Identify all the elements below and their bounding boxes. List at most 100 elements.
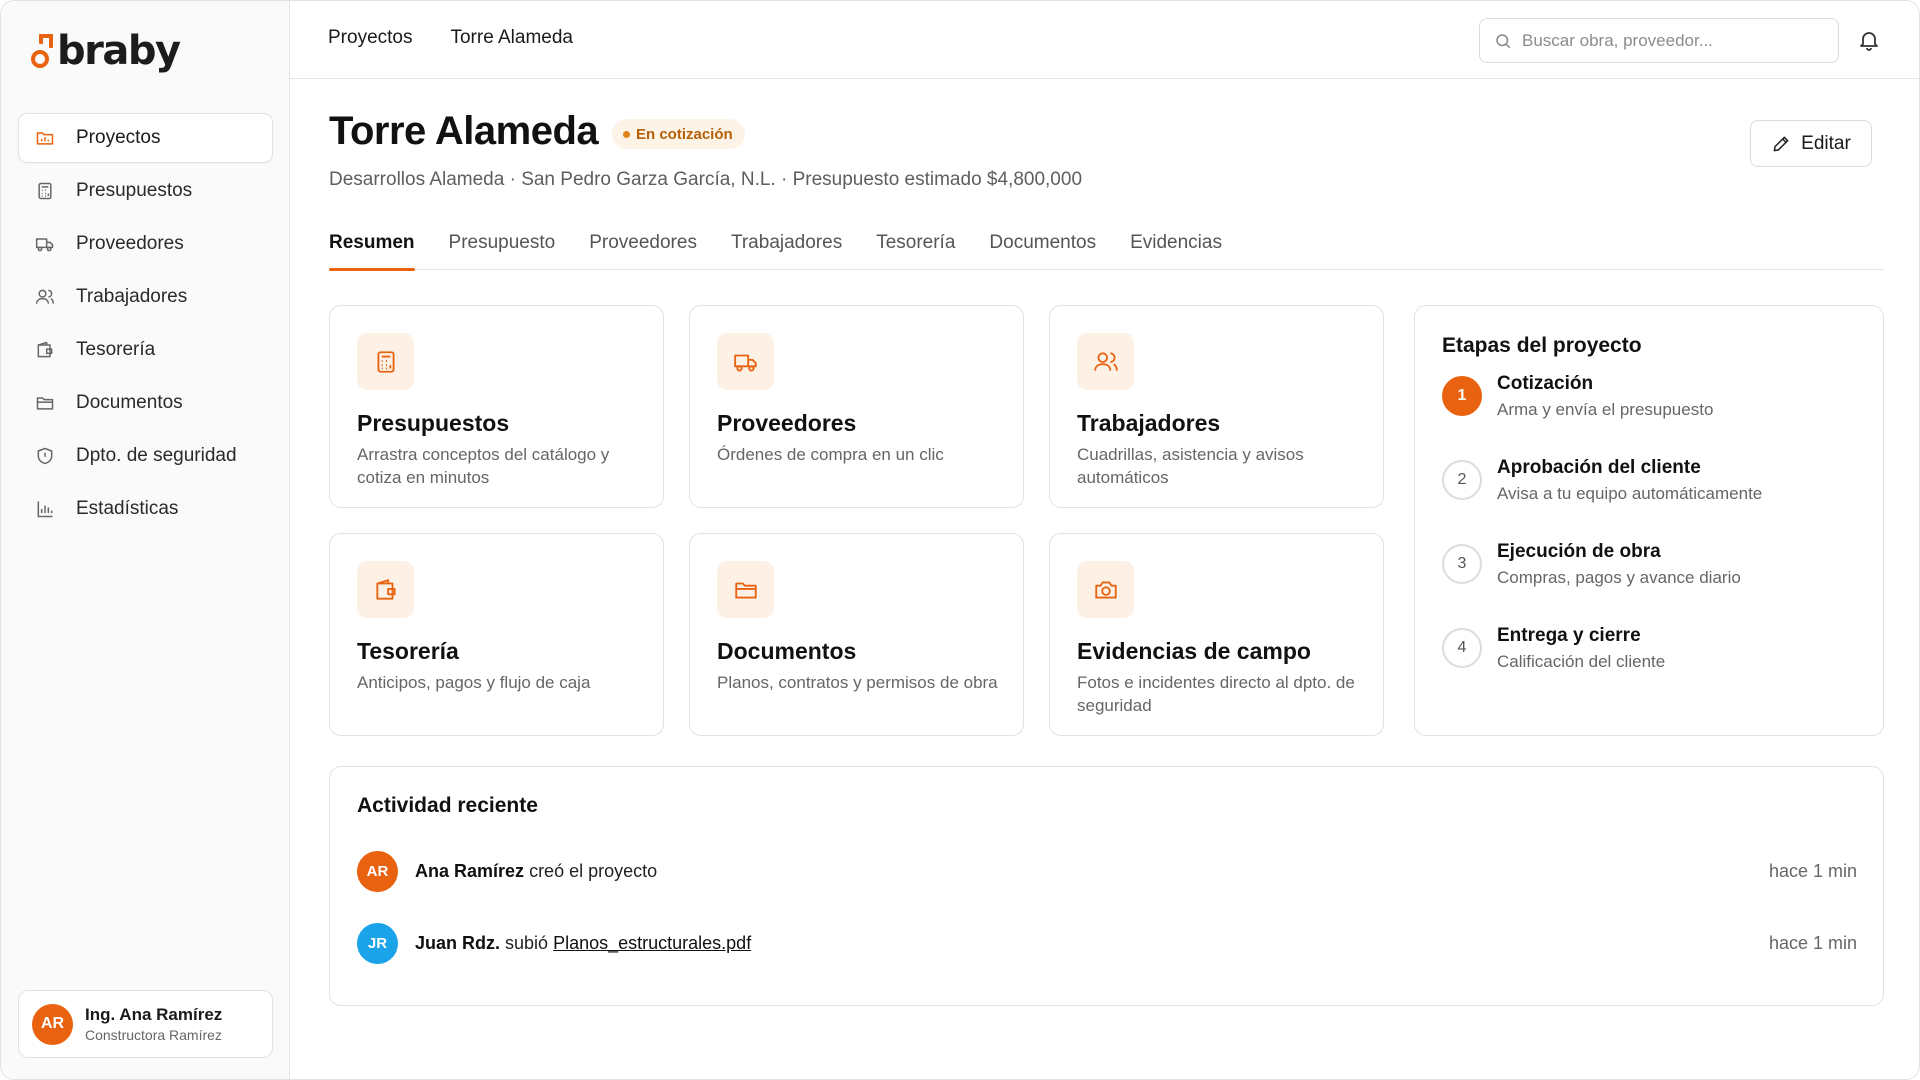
truck-icon [717,333,774,390]
chart-icon [34,498,56,520]
sidebar-item-label: Documentos [76,392,183,413]
sidebar: braby Proyectos Presupuestos Proveedores [1,1,290,1079]
stage-title: Entrega y cierre [1497,625,1641,646]
tab-proveedores[interactable]: Proveedores [589,232,697,270]
tab-presupuesto[interactable]: Presupuesto [449,232,556,270]
sidebar-item-label: Trabajadores [76,286,188,307]
search-box[interactable] [1479,18,1839,63]
pencil-icon [1773,136,1789,151]
module-card-tesoreria[interactable]: Tesorería Anticipos, pagos y flujo de ca… [329,533,664,736]
avatar: JR [357,922,398,964]
tab-evidencias[interactable]: Evidencias [1130,232,1222,270]
card-description: Órdenes de compra en un clic [717,445,944,464]
breadcrumb-item-proyectos[interactable]: Proyectos [328,27,412,49]
module-card-documentos[interactable]: Documentos Planos, contratos y permisos … [689,533,1024,736]
notifications-bell-icon[interactable] [1857,28,1881,57]
stage-item: 4 Entrega y cierre Calificación del clie… [1442,625,1862,685]
brand-logo[interactable]: braby [31,23,181,79]
card-description: Planos, contratos y permisos de obra [717,673,998,692]
tab-trabajadores[interactable]: Trabajadores [731,232,842,270]
sidebar-item-trabajadores[interactable]: Trabajadores [18,272,273,322]
user-info: Ing. Ana Ramírez Constructora Ramírez [85,1005,222,1043]
stage-title: Aprobación del cliente [1497,457,1701,478]
edit-button[interactable]: Editar [1750,120,1872,167]
sidebar-item-estadisticas[interactable]: Estadísticas [18,484,273,534]
shield-icon [34,445,56,467]
sidebar-item-proveedores[interactable]: Proveedores [18,219,273,269]
search-input[interactable] [1522,30,1812,51]
activity-user: Ana Ramírez [415,860,525,881]
sidebar-item-documentos[interactable]: Documentos [18,378,273,428]
stage-number: 4 [1442,628,1482,668]
card-title: Proveedores [717,410,857,436]
sidebar-item-label: Estadísticas [76,498,179,519]
projects-icon [34,127,56,149]
stage-title: Ejecución de obra [1497,541,1661,562]
truck-icon [34,233,56,255]
sidebar-item-label: Dpto. de seguridad [76,445,237,466]
users-icon [34,286,56,308]
tab-bar: Resumen Presupuesto Proveedores Trabajad… [329,232,1884,271]
sidebar-item-tesoreria[interactable]: Tesorería [18,325,273,375]
app-window: braby Proyectos Presupuestos Proveedores [0,0,1920,1080]
card-description: Cuadrillas, asistencia y avisos automáti… [1077,445,1304,487]
sidebar-item-presupuestos[interactable]: Presupuestos [18,166,273,216]
page-title: Torre Alameda [329,109,599,153]
file-link[interactable]: Planos_estructurales.pdf [553,933,751,953]
module-card-evidencias[interactable]: Evidencias de campo Fotos e incidentes d… [1049,533,1384,736]
tab-documentos[interactable]: Documentos [989,232,1096,270]
project-stages-panel: Etapas del proyecto 1 Cotización Arma y … [1414,305,1884,736]
stage-item: 2 Aprobación del cliente Avisa a tu equi… [1442,457,1862,517]
activity-text: Juan Rdz. subió Planos_estructurales.pdf [415,933,751,954]
module-card-presupuestos[interactable]: Presupuestos Arrastra conceptos del catá… [329,305,664,508]
brand-name: braby [57,28,181,74]
stage-description: Arma y envía el presupuesto [1497,400,1714,419]
edit-button-label: Editar [1801,132,1851,154]
tab-tesoreria[interactable]: Tesorería [876,232,955,270]
users-icon [1077,333,1134,390]
avatar: AR [357,850,398,892]
status-badge: En cotización [612,119,745,149]
card-description: Arrastra conceptos del catálogo y cotiza… [357,445,610,487]
activity-action: subió [505,932,549,953]
topbar: Proyectos Torre Alameda [290,1,1919,79]
card-description: Anticipos, pagos y flujo de caja [357,673,591,692]
sidebar-item-seguridad[interactable]: Dpto. de seguridad [18,431,273,481]
module-card-trabajadores[interactable]: Trabajadores Cuadrillas, asistencia y av… [1049,305,1384,508]
camera-icon [1077,561,1134,618]
sidebar-item-label: Tesorería [76,339,156,360]
breadcrumb: Proyectos Torre Alameda [328,27,573,49]
calculator-icon [357,333,414,390]
activity-text: Ana Ramírez creó el proyecto [415,861,657,882]
activity-time: hace 1 min [1768,860,1857,881]
project-subtitle: Desarrollos Alameda · San Pedro Garza Ga… [329,169,1083,190]
module-card-proveedores[interactable]: Proveedores Órdenes de compra en un clic [689,305,1024,508]
tab-resumen[interactable]: Resumen [329,232,415,271]
sidebar-item-proyectos[interactable]: Proyectos [18,113,273,163]
activity-action: creó el proyecto [529,860,658,881]
card-title: Trabajadores [1077,410,1221,436]
folder-icon [717,561,774,618]
activity-time: hace 1 min [1768,932,1857,953]
sidebar-item-label: Proveedores [76,233,184,254]
folder-icon [34,392,56,414]
avatar: AR [32,1003,73,1045]
card-description: Fotos e incidentes directo al dpto. de s… [1077,673,1355,715]
calculator-icon [34,180,56,202]
sidebar-item-label: Proyectos [76,127,161,148]
sidebar-item-label: Presupuestos [76,180,193,201]
stage-description: Compras, pagos y avance diario [1497,568,1741,587]
wallet-icon [34,339,56,361]
stage-title: Cotización [1497,373,1594,394]
user-company: Constructora Ramírez [85,1027,222,1043]
stage-description: Avisa a tu equipo automáticamente [1497,484,1763,503]
recent-activity-panel: Actividad reciente AR Ana Ramírez creó e… [329,766,1884,1006]
card-title: Documentos [717,638,857,664]
stages-title: Etapas del proyecto [1442,334,1642,357]
stage-number: 2 [1442,460,1482,500]
user-card[interactable]: AR Ing. Ana Ramírez Constructora Ramírez [18,990,273,1058]
activity-user: Juan Rdz. [415,932,501,953]
card-title: Presupuestos [357,410,510,436]
activity-item: AR Ana Ramírez creó el proyecto hace 1 m… [357,849,1857,893]
user-name: Ing. Ana Ramírez [85,1005,223,1024]
